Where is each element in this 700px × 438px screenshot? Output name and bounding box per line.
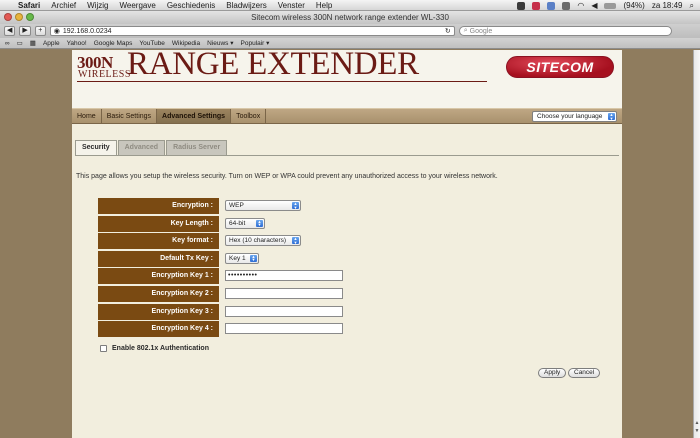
search-field[interactable]: ⌕ Google [458, 26, 672, 36]
logo-wireless: WIRELESS [78, 69, 131, 80]
apply-button[interactable]: Apply [538, 368, 567, 378]
minimize-window-button[interactable] [15, 13, 23, 21]
encryption-key-4-label: Encryption Key 4 : [98, 321, 219, 338]
router-admin-page: 300N WIRELESS RANGE EXTENDER SITECOM Hom… [72, 46, 622, 438]
nav-advanced-settings[interactable]: Advanced Settings [157, 109, 232, 123]
menu-help[interactable]: Help [316, 1, 332, 10]
language-select-value: Choose your language [537, 113, 603, 120]
enable-8021x-checkbox[interactable] [100, 345, 107, 352]
bookmark-apple[interactable]: Apple [43, 40, 60, 47]
encryption-key-2-label: Encryption Key 2 : [98, 285, 219, 302]
encryption-key-4-input[interactable] [225, 323, 343, 335]
encryption-select-value: WEP [229, 202, 244, 209]
key-length-label: Key Length : [98, 215, 219, 232]
select-arrows-icon: ▲ ▼ [292, 236, 299, 245]
battery-percent: (94%) [623, 1, 645, 10]
add-bookmark-button[interactable]: + [34, 26, 46, 36]
logo-underline [77, 81, 487, 82]
logo-range-extender: RANGE EXTENDER [127, 46, 419, 82]
encryption-key-3-input[interactable] [225, 305, 343, 317]
tab-security[interactable]: Security [75, 140, 117, 156]
default-tx-key-select[interactable]: Key 1 ▲ ▼ [225, 252, 259, 264]
key-length-select-value: 64-bit [229, 219, 246, 227]
search-placeholder: Google [469, 27, 493, 35]
site-globe-icon: ◉ [53, 28, 60, 35]
menu-archief[interactable]: Archief [51, 1, 76, 10]
back-button[interactable]: ◀ [4, 26, 16, 36]
scroll-up-icon[interactable]: ▲ [694, 420, 700, 427]
sub-tabs: Security Advanced Radius Server [75, 140, 228, 156]
close-window-button[interactable] [4, 13, 12, 21]
battery-icon[interactable] [604, 2, 617, 9]
encryption-key-1-label: Encryption Key 1 : [98, 268, 219, 285]
select-arrows-icon: ▲ ▼ [250, 253, 257, 263]
window-titlebar: Sitecom wireless 300N network range exte… [0, 11, 700, 24]
wifi-icon[interactable]: ◠ [577, 1, 584, 10]
address-input[interactable]: 192.168.0.0234 [63, 28, 445, 35]
select-arrows-icon: ▲ ▼ [292, 201, 299, 210]
bluetooth-icon[interactable] [547, 1, 556, 10]
status-app2-icon[interactable] [532, 1, 541, 10]
menu-geschiedenis[interactable]: Geschiedenis [167, 1, 215, 10]
encryption-key-2-input[interactable] [225, 287, 343, 299]
tab-radius-server[interactable]: Radius Server [166, 140, 228, 155]
sitecom-logo: SITECOM [506, 56, 614, 78]
status-app-icon[interactable] [517, 1, 526, 10]
page-viewport: 300N WIRELESS RANGE EXTENDER SITECOM Hom… [0, 46, 693, 438]
spotlight-icon[interactable]: ⌕ [690, 1, 694, 11]
menu-wijzig[interactable]: Wijzig [87, 1, 108, 10]
default-tx-key-select-value: Key 1 [229, 254, 246, 262]
zoom-window-button[interactable] [26, 13, 34, 21]
enable-8021x-label: Enable 802.1x Authentication [112, 345, 209, 352]
nav-toolbox[interactable]: Toolbox [231, 109, 267, 123]
forward-button[interactable]: ▶ [19, 26, 31, 36]
page-description: This page allows you setup the wireless … [76, 173, 498, 180]
encryption-label: Encryption : [98, 198, 219, 214]
volume-icon[interactable]: ◀ [591, 1, 597, 10]
encryption-key-1-input[interactable]: •••••••••• [225, 270, 343, 282]
scroll-down-icon[interactable]: ▼ [694, 428, 700, 435]
menu-bar: Safari Archief Wijzig Weergave Geschiede… [0, 0, 700, 11]
key-length-select[interactable]: 64-bit ▲ ▼ [225, 217, 265, 229]
menu-extras: ◠ ◀ (94%) za 18:49 ⌕ [517, 0, 694, 11]
top-sites-grid-icon[interactable]: ▦ [30, 39, 36, 47]
page-header: 300N WIRELESS RANGE EXTENDER SITECOM [72, 46, 622, 108]
search-icon: ⌕ [463, 27, 468, 34]
address-bar[interactable]: ◉ 192.168.0.0234 ↻ [49, 26, 455, 36]
nav-home[interactable]: Home [72, 109, 102, 123]
bookmarks-book-icon[interactable]: ▭ [17, 39, 23, 47]
menu-app[interactable]: Safari [18, 1, 40, 10]
default-tx-key-label: Default Tx Key : [98, 250, 219, 267]
menu-venster[interactable]: Venster [278, 1, 305, 10]
enable-8021x-row: Enable 802.1x Authentication [100, 345, 209, 352]
tab-advanced[interactable]: Advanced [117, 140, 166, 155]
menu-bladwijzers[interactable]: Bladwijzers [226, 1, 266, 10]
key-format-select-value: Hex (10 characters) [229, 237, 287, 245]
select-arrows-icon: ▲ ▼ [608, 112, 615, 121]
reading-glasses-icon[interactable]: ∞ [5, 40, 10, 47]
vertical-scrollbar[interactable]: ▲ ▼ [693, 50, 700, 438]
menu-weergave[interactable]: Weergave [119, 1, 155, 10]
tab-divider [75, 155, 619, 156]
language-select[interactable]: Choose your language ▲ ▼ [532, 111, 617, 122]
reload-icon[interactable]: ↻ [445, 27, 451, 35]
window-title: Sitecom wireless 300N network range exte… [251, 13, 449, 22]
encryption-select[interactable]: WEP ▲ ▼ [225, 200, 301, 211]
nav-basic-settings[interactable]: Basic Settings [102, 109, 158, 123]
cancel-button[interactable]: Cancel [568, 368, 601, 378]
browser-toolbar: ◀ ▶ + ◉ 192.168.0.0234 ↻ ⌕ Google [0, 24, 700, 38]
select-arrows-icon: ▲ ▼ [256, 218, 263, 228]
clock-status-icon[interactable] [562, 1, 571, 10]
key-format-label: Key format : [98, 233, 219, 250]
key-format-select[interactable]: Hex (10 characters) ▲ ▼ [225, 235, 301, 247]
encryption-key-3-label: Encryption Key 3 : [98, 303, 219, 320]
window-controls [4, 13, 34, 21]
bookmark-yahoo[interactable]: Yahoo! [67, 40, 87, 47]
menu-clock[interactable]: za 18:49 [652, 1, 683, 10]
